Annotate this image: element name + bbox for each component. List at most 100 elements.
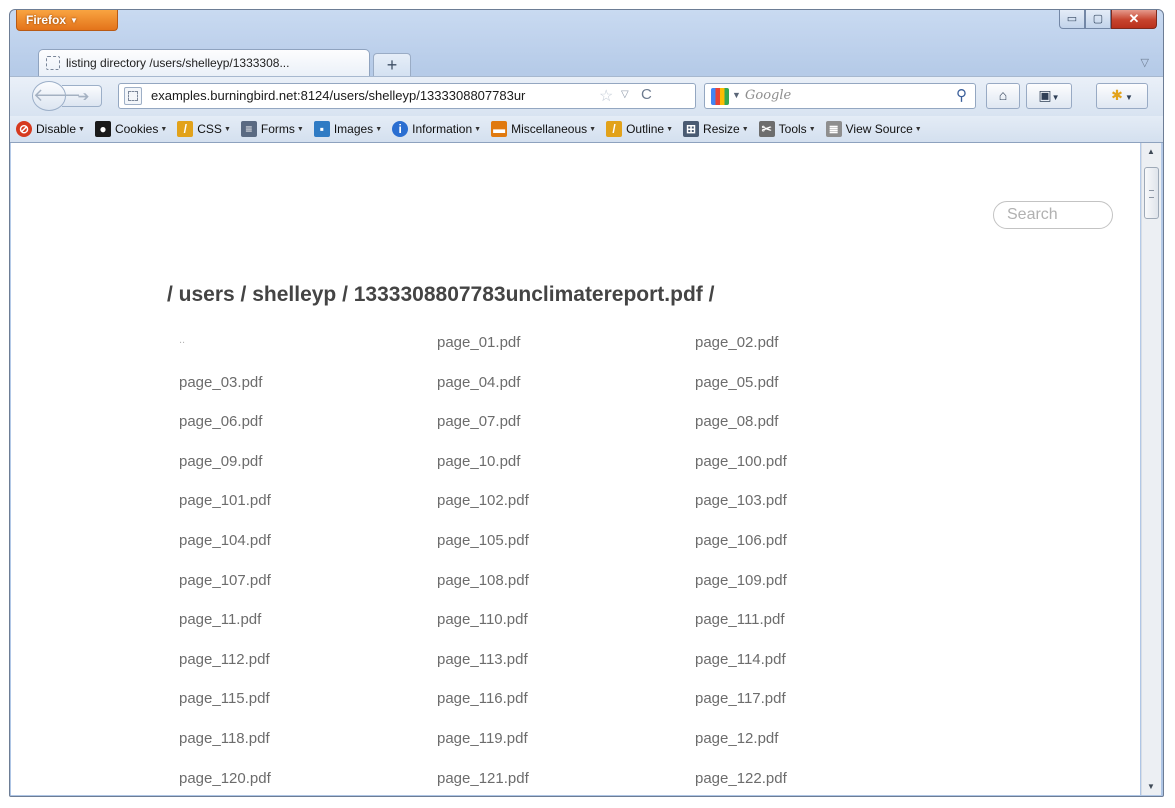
file-link[interactable]: page_111.pdf	[695, 611, 953, 651]
file-link[interactable]: page_12.pdf	[695, 730, 953, 770]
file-link[interactable]: page_08.pdf	[695, 413, 953, 453]
tab-active[interactable]: listing directory /users/shelleyp/133330…	[38, 49, 370, 77]
file-link[interactable]: page_121.pdf	[437, 770, 695, 795]
firefox-menu-button[interactable]: Firefox ▼	[16, 10, 118, 31]
form-icon: ≡	[240, 121, 257, 137]
file-listing: .. page_01.pdf page_02.pdf page_03.pdf page_…	[179, 334, 953, 795]
vertical-scrollbar[interactable]: ▲ ▼	[1141, 143, 1161, 795]
file-link[interactable]: page_120.pdf	[179, 770, 437, 795]
file-link[interactable]: page_116.pdf	[437, 690, 695, 730]
chevron-down-icon: ▼	[666, 125, 674, 133]
tab-title: listing directory /users/shelleyp/133330…	[66, 56, 290, 70]
toolbar-forms-menu[interactable]: ≡ Forms ▼	[240, 121, 304, 137]
url-bar[interactable]: examples.burningbird.net:8124/users/shel…	[118, 83, 696, 109]
file-link[interactable]: page_07.pdf	[437, 413, 695, 453]
file-link[interactable]: page_113.pdf	[437, 651, 695, 691]
file-link[interactable]: page_11.pdf	[179, 611, 437, 651]
file-link[interactable]: page_10.pdf	[437, 453, 695, 493]
file-link[interactable]: page_102.pdf	[437, 492, 695, 532]
chevron-down-icon: ▼	[808, 125, 816, 133]
scroll-up-icon[interactable]: ▲	[1147, 147, 1155, 156]
page-search-input[interactable]: Search	[993, 201, 1113, 229]
search-bar[interactable]: ▼ Google ⚲	[704, 83, 976, 109]
pencil-icon: /	[606, 121, 623, 137]
addon-icon: ✱	[1111, 87, 1123, 103]
file-link[interactable]: page_122.pdf	[695, 770, 953, 795]
file-link[interactable]: page_103.pdf	[695, 492, 953, 532]
file-link[interactable]: page_01.pdf	[437, 334, 695, 374]
chevron-down-icon: ▼	[914, 125, 922, 133]
toolbar-miscellaneous-menu[interactable]: ▬ Miscellaneous ▼	[491, 121, 596, 137]
toolbar-item-label: Miscellaneous	[511, 122, 588, 136]
file-link[interactable]: page_100.pdf	[695, 453, 953, 493]
back-arrow-icon: 🡐	[33, 85, 82, 105]
person-icon: ●	[94, 121, 111, 137]
tab-list-chevron-icon[interactable]: ▽	[1141, 56, 1149, 69]
search-icon[interactable]: ⚲	[956, 86, 967, 104]
file-link[interactable]: page_115.pdf	[179, 690, 437, 730]
toolbar-disable-menu[interactable]: ⊘ Disable ▼	[16, 121, 85, 137]
file-link[interactable]: page_108.pdf	[437, 572, 695, 612]
toolbar-item-label: View Source	[845, 122, 913, 136]
bookmark-star-icon[interactable]: ☆	[599, 86, 613, 106]
history-dropdown-icon[interactable]: ▽	[621, 89, 629, 100]
file-link[interactable]: page_104.pdf	[179, 532, 437, 572]
wand-icon: /	[177, 121, 194, 137]
file-link[interactable]: page_109.pdf	[695, 572, 953, 612]
scroll-thumb[interactable]	[1144, 167, 1159, 219]
new-tab-button[interactable]: +	[373, 53, 411, 78]
file-link[interactable]: page_119.pdf	[437, 730, 695, 770]
url-text[interactable]: examples.burningbird.net:8124/users/shel…	[151, 88, 591, 103]
toolbar-tools-menu[interactable]: ✂ Tools ▼	[758, 121, 816, 137]
toolbar-outline-menu[interactable]: / Outline ▼	[606, 121, 673, 137]
toolbar-cookies-menu[interactable]: ● Cookies ▼	[94, 121, 167, 137]
site-identity-icon[interactable]	[124, 87, 142, 105]
toolbar-images-menu[interactable]: ▪ Images ▼	[313, 121, 382, 137]
info-icon: i	[392, 121, 409, 137]
bookmarks-button[interactable]: ▣▼	[1026, 83, 1072, 109]
file-link[interactable]: page_03.pdf	[179, 374, 437, 414]
addon-button[interactable]: ✱ ▼	[1096, 83, 1148, 109]
file-link[interactable]: page_112.pdf	[179, 651, 437, 691]
chevron-down-icon: ▼	[78, 125, 85, 133]
back-button[interactable]: 🡐	[32, 81, 81, 111]
file-link[interactable]: page_110.pdf	[437, 611, 695, 651]
engine-dropdown-icon[interactable]: ▼	[732, 90, 741, 100]
page-title: / users / shelleyp / 1333308807783unclim…	[167, 283, 715, 306]
toolbar-css-menu[interactable]: / CSS ▼	[177, 121, 231, 137]
reload-icon[interactable]: C	[641, 86, 652, 103]
toolbar-item-label: CSS	[197, 122, 222, 136]
file-link[interactable]: page_107.pdf	[179, 572, 437, 612]
file-link[interactable]: page_05.pdf	[695, 374, 953, 414]
maximize-button[interactable]: ▢	[1085, 10, 1111, 29]
toolbar-information-menu[interactable]: i Information ▼	[392, 121, 481, 137]
minimize-button[interactable]: ▭	[1059, 10, 1085, 29]
home-button[interactable]: ⌂	[986, 83, 1020, 109]
file-link[interactable]: page_117.pdf	[695, 690, 953, 730]
chevron-down-icon: ▼	[223, 125, 231, 133]
toolbar-item-label: Cookies	[114, 122, 159, 136]
file-link[interactable]: page_04.pdf	[437, 374, 695, 414]
back-forward-group: ➔ 🡐	[32, 81, 112, 111]
toolbar-item-label: Forms	[260, 122, 295, 136]
page-content: Search / users / shelleyp / 133330880778…	[11, 143, 1140, 795]
file-link[interactable]: page_02.pdf	[695, 334, 953, 374]
chevron-down-icon: ▼	[741, 125, 749, 133]
close-button[interactable]: ✕	[1111, 10, 1157, 29]
toolbar-view-source-menu[interactable]: ≣ View Source ▼	[825, 121, 922, 137]
search-bar-placeholder: Google	[745, 88, 792, 103]
scroll-down-icon[interactable]: ▼	[1147, 782, 1155, 791]
file-link[interactable]: page_101.pdf	[179, 492, 437, 532]
parent-directory-link[interactable]: ..	[179, 334, 437, 374]
file-link[interactable]: page_118.pdf	[179, 730, 437, 770]
file-link[interactable]: page_106.pdf	[695, 532, 953, 572]
file-link[interactable]: page_114.pdf	[695, 651, 953, 691]
file-link[interactable]: page_105.pdf	[437, 532, 695, 572]
file-link[interactable]: page_09.pdf	[179, 453, 437, 493]
toolbar-resize-menu[interactable]: ⊞ Resize ▼	[683, 121, 749, 137]
bookmarks-icon: ▣	[1038, 87, 1052, 103]
file-link[interactable]: page_06.pdf	[179, 413, 437, 453]
chevron-down-icon: ▼	[296, 125, 304, 133]
navigation-toolbar: ➔ 🡐 examples.burningbird.net:8124/users/…	[10, 76, 1163, 116]
google-logo-icon[interactable]	[711, 88, 729, 105]
